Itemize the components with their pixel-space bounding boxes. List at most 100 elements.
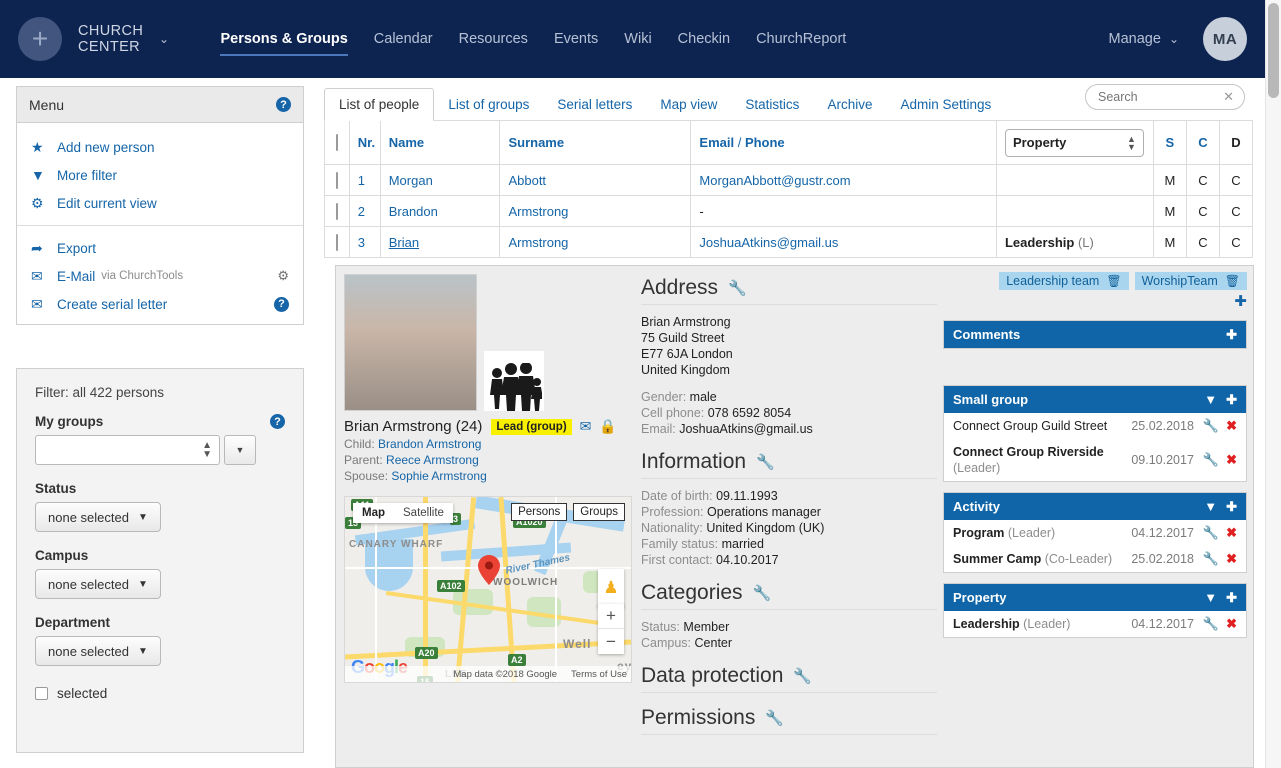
cell-nr[interactable]: 2 — [348, 195, 381, 227]
column-header-name[interactable]: Name — [379, 120, 501, 165]
map-type-map[interactable]: Map — [353, 503, 394, 523]
cell-surname[interactable]: Armstrong — [499, 226, 692, 258]
wrench-icon[interactable]: 🔧 — [753, 584, 772, 602]
add-icon[interactable]: ✚ — [1226, 590, 1237, 606]
map-terms-link[interactable]: Terms of Use — [571, 669, 627, 680]
nav-item-persons-groups[interactable]: Persons & Groups — [207, 0, 360, 78]
menu-item-add-new-person[interactable]: ★ Add new person — [17, 133, 303, 161]
cell-nr[interactable]: 1 — [348, 164, 381, 196]
wrench-icon[interactable]: 🔧 — [765, 709, 784, 727]
cell-nr[interactable]: 3 — [348, 226, 381, 258]
location-map[interactable]: A11 13 3 A1020 A102 A20 A2 15 CANARY WHA… — [344, 496, 632, 683]
menu-item-export[interactable]: ➦ Export — [17, 234, 303, 262]
delete-icon[interactable]: ✖ — [1226, 616, 1237, 632]
department-select[interactable]: none selected ▼ — [35, 636, 161, 666]
page-scrollbar[interactable] — [1265, 0, 1281, 768]
menu-item-more-filter[interactable]: ▼ More filter — [17, 161, 303, 189]
table-row[interactable]: 3 Brian Armstrong JoshuaAtkins@gmail.us … — [324, 226, 1254, 258]
cell-surname[interactable]: Armstrong — [499, 195, 692, 227]
tab-list-of-groups[interactable]: List of groups — [434, 88, 543, 120]
map-zoom-out-button[interactable]: − — [598, 629, 624, 654]
tag-leadership-team[interactable]: Leadership team 🗑 — [999, 272, 1129, 290]
table-row[interactable]: 1 Morgan Abbott MorganAbbott@gustr.com M… — [324, 164, 1254, 196]
map-toggle-groups[interactable]: Groups — [573, 503, 625, 521]
wrench-icon[interactable]: 🔧 — [1203, 525, 1219, 541]
select-all-checkbox[interactable] — [335, 134, 338, 151]
wrench-icon[interactable]: 🔧 — [1203, 452, 1219, 468]
add-icon[interactable]: ✚ — [1226, 499, 1237, 515]
trash-icon[interactable]: 🗑 — [1225, 274, 1240, 288]
delete-icon[interactable]: ✖ — [1226, 418, 1237, 434]
tag-worship-team[interactable]: WorshipTeam 🗑 — [1134, 272, 1247, 290]
status-select[interactable]: none selected ▼ — [35, 502, 161, 532]
tab-map-view[interactable]: Map view — [646, 88, 731, 120]
my-groups-dropdown-button[interactable]: ▼ — [224, 435, 256, 465]
nav-item-calendar[interactable]: Calendar — [361, 0, 446, 78]
row-checkbox[interactable] — [335, 171, 338, 189]
gear-icon[interactable]: ⚙ — [277, 268, 289, 284]
delete-icon[interactable]: ✖ — [1226, 452, 1237, 468]
avatar[interactable]: MA — [1203, 17, 1247, 61]
map-marker-pin[interactable] — [478, 555, 500, 585]
map-zoom-in-button[interactable]: + — [598, 604, 624, 629]
menu-item-email[interactable]: ✉ E-Mail via ChurchTools ⚙ — [17, 262, 303, 290]
property-select[interactable]: Property ▲ ▼ — [1004, 128, 1144, 157]
column-header-nr[interactable]: Nr. — [348, 120, 381, 165]
chevron-down-icon[interactable]: ▼ — [1204, 590, 1217, 605]
street-view-pegman-icon[interactable]: ♟ — [598, 569, 624, 607]
wrench-icon[interactable]: 🔧 — [756, 453, 775, 471]
tab-archive[interactable]: Archive — [813, 88, 886, 120]
cell-surname[interactable]: Abbott — [499, 164, 692, 196]
help-icon[interactable]: ? — [270, 414, 285, 429]
menu-item-edit-current-view[interactable]: ⚙ Edit current view — [17, 189, 303, 217]
tab-list-of-people[interactable]: List of people — [324, 88, 435, 121]
row-checkbox[interactable] — [335, 202, 338, 220]
scrollbar-thumb[interactable] — [1268, 3, 1279, 98]
wrench-icon[interactable]: 🔧 — [1203, 551, 1219, 567]
table-row[interactable]: 2 Brandon Armstrong - M C C — [324, 195, 1254, 227]
column-header-surname[interactable]: Surname — [499, 120, 692, 165]
menu-item-create-serial-letter[interactable]: ✉ Create serial letter ? — [17, 290, 303, 318]
row-checkbox[interactable] — [335, 233, 338, 251]
tab-serial-letters[interactable]: Serial letters — [543, 88, 646, 120]
add-icon[interactable]: ✚ — [1226, 327, 1237, 343]
cell-email[interactable]: JoshuaAtkins@gmail.us — [690, 226, 997, 258]
tab-admin-settings[interactable]: Admin Settings — [886, 88, 1005, 120]
add-tag-button[interactable]: ✚ — [943, 292, 1247, 310]
search-input[interactable] — [1096, 89, 1221, 105]
delete-icon[interactable]: ✖ — [1226, 525, 1237, 541]
trash-icon[interactable]: 🗑 — [1106, 274, 1121, 288]
relation-link-spouse[interactable]: Sophie Armstrong — [391, 469, 486, 483]
column-header-d[interactable]: D — [1218, 120, 1254, 165]
nav-item-churchreport[interactable]: ChurchReport — [743, 0, 859, 78]
wrench-icon[interactable]: 🔧 — [1203, 418, 1219, 434]
brand-switcher[interactable]: CHURCH CENTER ⌄ — [78, 23, 169, 55]
wrench-icon[interactable]: 🔧 — [1203, 616, 1219, 632]
wrench-icon[interactable]: 🔧 — [728, 279, 747, 297]
cell-name[interactable]: Brian — [379, 226, 501, 258]
chevron-down-icon[interactable]: ▼ — [1204, 392, 1217, 407]
selected-checkbox-row[interactable]: selected — [35, 686, 285, 701]
manage-menu[interactable]: Manage ⌄ — [1109, 31, 1179, 47]
relation-link-child[interactable]: Brandon Armstrong — [378, 437, 481, 451]
nav-item-resources[interactable]: Resources — [446, 0, 541, 78]
column-header-s[interactable]: S — [1152, 120, 1187, 165]
family-icon[interactable] — [484, 351, 544, 411]
help-icon[interactable]: ? — [274, 296, 289, 312]
app-logo[interactable]: + — [18, 17, 62, 61]
nav-item-events[interactable]: Events — [541, 0, 611, 78]
cell-email[interactable]: MorganAbbott@gustr.com — [690, 164, 997, 196]
nav-item-wiki[interactable]: Wiki — [611, 0, 664, 78]
nav-item-checkin[interactable]: Checkin — [665, 0, 743, 78]
cell-name[interactable]: Morgan — [379, 164, 501, 196]
wrench-icon[interactable]: 🔧 — [793, 667, 812, 685]
chevron-down-icon[interactable]: ▼ — [1204, 499, 1217, 514]
selected-checkbox[interactable] — [35, 687, 48, 700]
person-photo[interactable] — [344, 274, 477, 411]
tab-statistics[interactable]: Statistics — [731, 88, 813, 120]
help-icon[interactable]: ? — [276, 97, 291, 112]
close-icon[interactable]: ✕ — [1223, 89, 1234, 105]
relation-link-parent[interactable]: Reece Armstrong — [386, 453, 479, 467]
delete-icon[interactable]: ✖ — [1226, 551, 1237, 567]
my-groups-select[interactable]: ▲ ▼ — [35, 435, 220, 465]
